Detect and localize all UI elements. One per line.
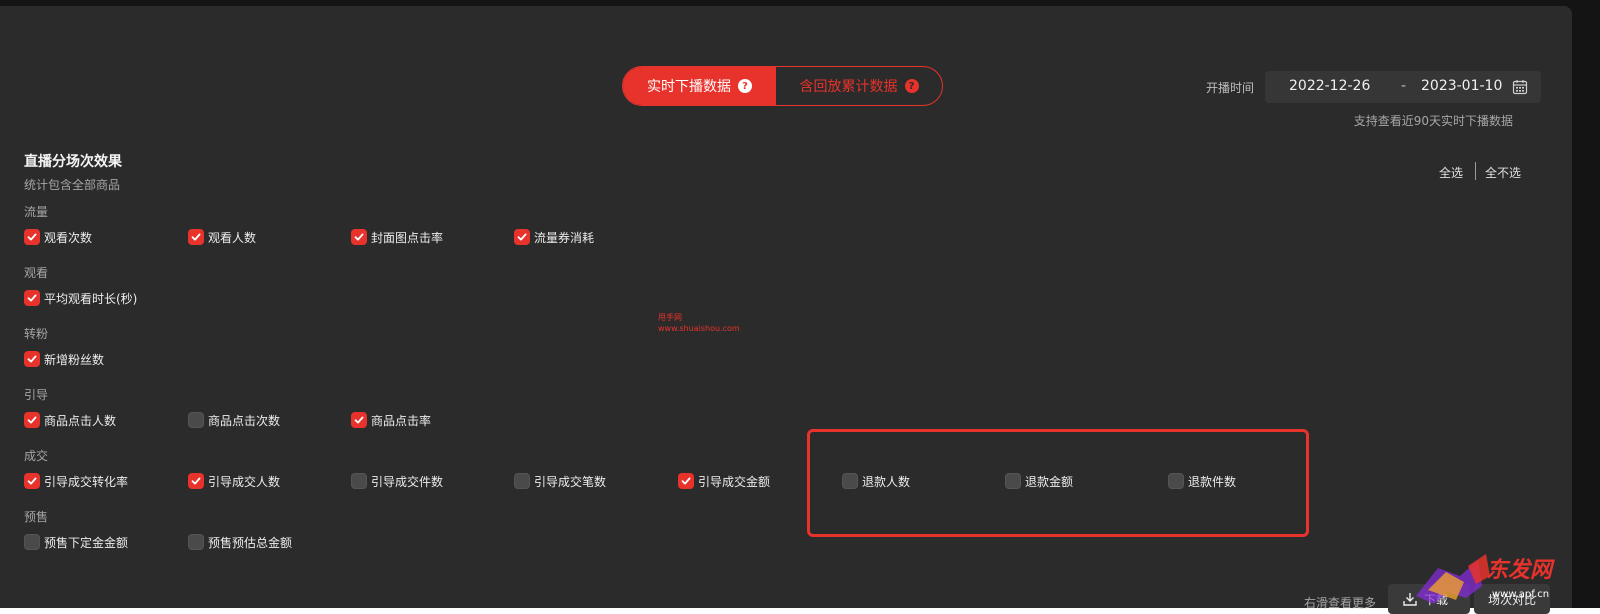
- checkbox-icon[interactable]: [188, 412, 204, 428]
- metric-label: 商品点击人数: [44, 413, 117, 428]
- metric-checkbox[interactable]: 引导成交件数: [351, 472, 443, 490]
- checkbox-icon[interactable]: [678, 473, 694, 489]
- check-icon: [354, 233, 364, 241]
- checkbox-icon[interactable]: [24, 473, 40, 489]
- metric-label: 商品点击次数: [208, 413, 281, 428]
- checkbox-icon[interactable]: [188, 229, 204, 245]
- metric-label: 新增粉丝数: [44, 352, 105, 367]
- section-title: 直播分场次效果: [24, 154, 122, 170]
- metric-label: 引导成交转化率: [44, 474, 129, 489]
- check-icon: [681, 477, 691, 485]
- metric-checkbox[interactable]: 引导成交金额: [678, 472, 770, 490]
- watermark-line1: 甩手网: [658, 313, 682, 322]
- checkbox-icon[interactable]: [351, 229, 367, 245]
- metric-checkbox[interactable]: 引导成交转化率: [24, 472, 128, 490]
- checkbox-icon[interactable]: [24, 534, 40, 550]
- group-label-traffic: 流量: [24, 205, 49, 219]
- metric-label: 引导成交笔数: [534, 474, 607, 489]
- group-label-watch: 观看: [24, 266, 49, 280]
- metric-checkbox[interactable]: 流量券消耗: [514, 228, 594, 246]
- checkbox-icon[interactable]: [188, 534, 204, 550]
- tab-replay-label: 含回放累计数据: [799, 79, 898, 95]
- checkbox-icon[interactable]: [24, 412, 40, 428]
- checkbox-icon[interactable]: [188, 473, 204, 489]
- checkbox-icon[interactable]: [24, 351, 40, 367]
- tab-replay-data[interactable]: 含回放累计数据 ?: [776, 67, 942, 105]
- checkbox-icon[interactable]: [514, 473, 530, 489]
- logo-url: www.apf.cn: [1492, 589, 1550, 600]
- checkbox-icon[interactable]: [351, 473, 367, 489]
- metric-checkbox[interactable]: 预售下定金金额: [24, 533, 128, 551]
- metric-label: 引导成交金额: [698, 474, 771, 489]
- date-label: 开播时间: [1206, 81, 1255, 95]
- check-icon: [354, 416, 364, 424]
- select-all-button[interactable]: 全选: [1439, 164, 1463, 181]
- metric-checkbox[interactable]: 平均观看时长(秒): [24, 289, 137, 307]
- check-icon: [27, 416, 37, 424]
- metric-checkbox[interactable]: 封面图点击率: [351, 228, 443, 246]
- metric-label: 预售预估总金额: [208, 535, 293, 550]
- section-subtitle: 统计包含全部商品: [24, 178, 121, 192]
- metric-label: 预售下定金金额: [44, 535, 129, 550]
- metric-label: 流量券消耗: [534, 230, 595, 245]
- group-label-fans: 转粉: [24, 327, 49, 341]
- check-icon: [27, 477, 37, 485]
- metric-label: 引导成交件数: [371, 474, 444, 489]
- metric-checkbox[interactable]: 预售预估总金额: [188, 533, 292, 551]
- question-icon[interactable]: ?: [904, 79, 919, 93]
- group-label-deal: 成交: [24, 449, 49, 463]
- metric-checkbox[interactable]: 商品点击次数: [188, 411, 280, 429]
- metric-label: 观看人数: [208, 230, 257, 245]
- check-icon: [27, 355, 37, 363]
- group-label-presale: 预售: [24, 510, 49, 524]
- select-none-button[interactable]: 全不选: [1485, 164, 1521, 181]
- metric-label: 平均观看时长(秒): [44, 291, 138, 306]
- metric-checkbox[interactable]: 引导成交笔数: [514, 472, 606, 490]
- app-frame: 实时下播数据 ? 含回放累计数据 ? 开播时间 2022-12-26 - 202…: [0, 0, 1600, 614]
- check-icon: [27, 233, 37, 241]
- end-date[interactable]: 2023-01-10: [1421, 78, 1502, 94]
- metric-checkbox[interactable]: 观看次数: [24, 228, 92, 246]
- logo-text: 东发网: [1486, 558, 1553, 583]
- metric-checkbox[interactable]: 商品点击率: [351, 411, 431, 429]
- checkbox-icon[interactable]: [514, 229, 530, 245]
- watermark-line2: www.shuaishou.com: [658, 324, 740, 333]
- date-separator: -: [1401, 78, 1407, 94]
- main-panel: 实时下播数据 ? 含回放累计数据 ? 开播时间 2022-12-26 - 202…: [0, 6, 1572, 614]
- group-label-guide: 引导: [24, 388, 49, 402]
- check-icon: [517, 233, 527, 241]
- date-hint: 支持查看近90天实时下播数据: [1353, 114, 1513, 128]
- checkbox-icon[interactable]: [351, 412, 367, 428]
- check-icon: [191, 477, 201, 485]
- metric-label: 商品点击率: [371, 413, 432, 428]
- scroll-more-hint: 右滑查看更多: [1304, 596, 1377, 610]
- metric-checkbox[interactable]: 引导成交人数: [188, 472, 280, 490]
- start-date[interactable]: 2022-12-26: [1289, 78, 1370, 94]
- metric-checkbox[interactable]: 新增粉丝数: [24, 350, 104, 368]
- checkbox-icon[interactable]: [24, 229, 40, 245]
- tab-realtime-data[interactable]: 实时下播数据 ?: [623, 67, 776, 105]
- check-icon: [27, 294, 37, 302]
- calendar-icon[interactable]: [1512, 79, 1528, 95]
- metric-checkbox[interactable]: 观看人数: [188, 228, 256, 246]
- tab-realtime-label: 实时下播数据: [647, 79, 731, 95]
- metric-label: 封面图点击率: [371, 230, 444, 245]
- check-icon: [191, 233, 201, 241]
- divider: [1475, 162, 1476, 180]
- metric-label: 引导成交人数: [208, 474, 281, 489]
- question-icon[interactable]: ?: [738, 79, 752, 93]
- metric-label: 观看次数: [44, 230, 93, 245]
- refund-highlight-box: [807, 429, 1309, 537]
- metric-checkbox[interactable]: 商品点击人数: [24, 411, 116, 429]
- data-mode-toggle: 实时下播数据 ? 含回放累计数据 ?: [622, 66, 943, 106]
- date-range-picker[interactable]: 2022-12-26 - 2023-01-10: [1265, 71, 1541, 103]
- checkbox-icon[interactable]: [24, 290, 40, 306]
